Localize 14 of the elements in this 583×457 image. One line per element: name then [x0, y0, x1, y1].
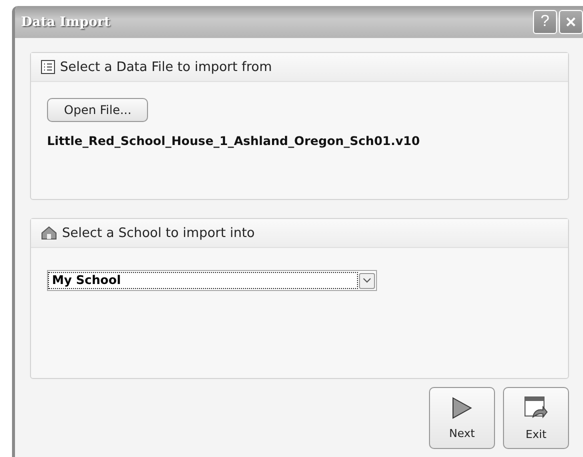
chevron-down-icon — [363, 278, 371, 283]
play-icon — [452, 396, 472, 418]
next-button[interactable]: Next — [429, 387, 495, 449]
exit-button[interactable]: Exit — [503, 387, 569, 449]
section-heading: Select a School to import into — [62, 226, 255, 240]
open-file-button[interactable]: Open File... — [47, 98, 148, 122]
list-icon — [41, 60, 55, 74]
section-heading: Select a Data File to import from — [60, 60, 272, 74]
exit-window-icon — [524, 396, 548, 420]
house-icon — [41, 226, 57, 240]
school-dropdown[interactable]: My School — [47, 270, 377, 291]
window-title: Data Import — [21, 14, 110, 30]
dropdown-button[interactable] — [359, 272, 375, 288]
file-name: Little_Red_School_House_1_Ashland_Oregon_Sch01.v10 — [47, 134, 420, 148]
